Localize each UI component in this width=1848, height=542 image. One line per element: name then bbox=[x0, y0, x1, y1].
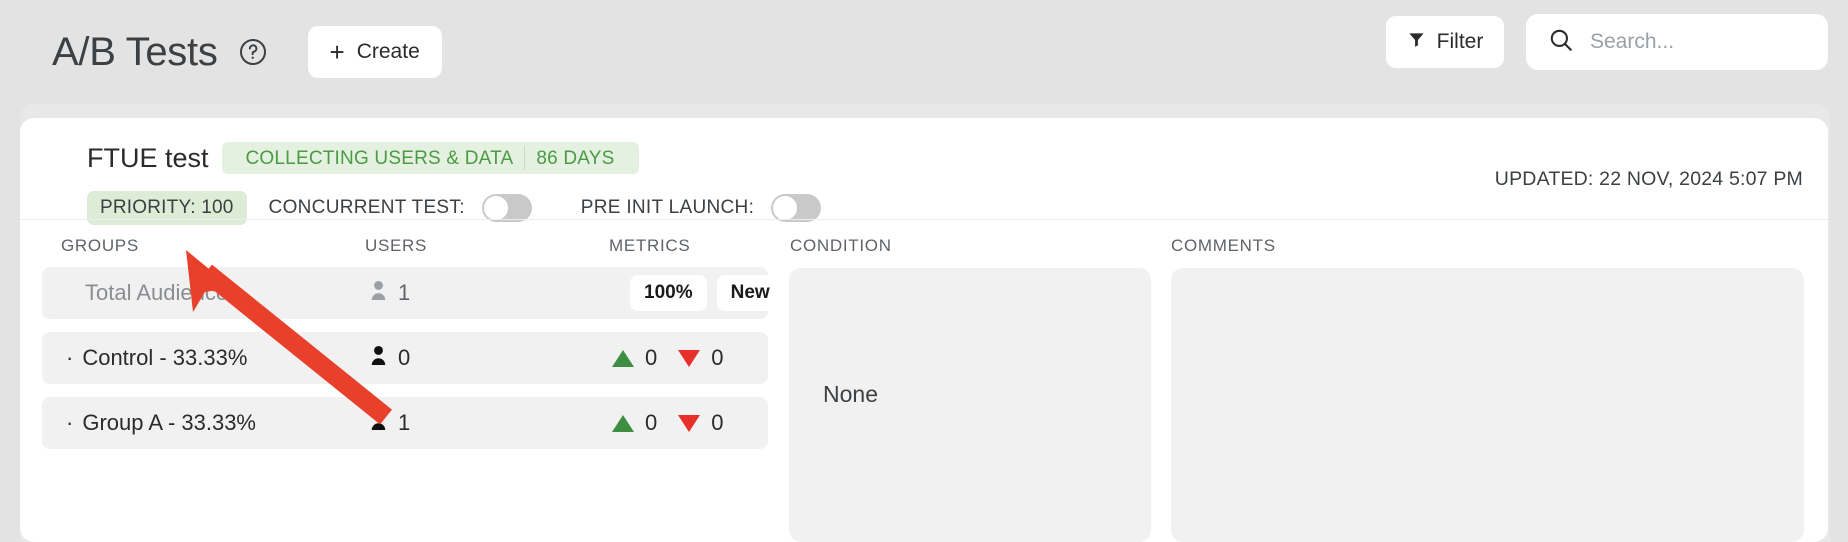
person-icon bbox=[370, 280, 387, 306]
test-card: FTUE test COLLECTING USERS & DATA 86 DAY… bbox=[20, 118, 1828, 542]
plus-icon: + bbox=[329, 37, 345, 67]
row-metrics: 0 0 bbox=[612, 410, 724, 436]
triangle-down-icon bbox=[678, 414, 701, 432]
table-row[interactable]: · Control - 33.33% 0 0 0 bbox=[42, 332, 768, 384]
toggle-knob bbox=[483, 196, 508, 220]
person-icon bbox=[370, 410, 387, 436]
concurrent-test-label: CONCURRENT TEST: bbox=[268, 197, 465, 218]
row-users: 0 bbox=[370, 345, 410, 371]
search-box[interactable] bbox=[1526, 14, 1828, 70]
row-badges: 100% New bbox=[630, 275, 784, 311]
row-group-name-label: Group A - 33.33% bbox=[82, 410, 256, 435]
updated-timestamp: UPDATED: 22 NOV, 2024 5:07 PM bbox=[1494, 168, 1803, 190]
row-group-name: · Group A - 33.33% bbox=[66, 410, 256, 436]
test-card-header: FTUE test COLLECTING USERS & DATA 86 DAY… bbox=[87, 142, 822, 225]
condition-panel[interactable]: None bbox=[789, 268, 1151, 542]
toggle-knob bbox=[773, 196, 798, 220]
metric-up-value: 0 bbox=[645, 410, 658, 435]
row-users-value: 1 bbox=[398, 280, 411, 305]
condition-value: None bbox=[823, 381, 878, 407]
status-badge-state: COLLECTING USERS & DATA bbox=[245, 147, 514, 169]
column-header-metrics: METRICS bbox=[609, 236, 691, 255]
bullet-icon: · bbox=[66, 345, 74, 370]
concurrent-test-field: CONCURRENT TEST: bbox=[269, 194, 532, 222]
create-button-label: Create bbox=[356, 40, 420, 63]
search-icon bbox=[1548, 27, 1574, 58]
question-circle-icon[interactable] bbox=[238, 37, 268, 67]
percent-badge[interactable]: 100% bbox=[630, 275, 707, 311]
row-users: 1 bbox=[370, 280, 410, 306]
triangle-up-icon bbox=[612, 414, 634, 432]
column-header-groups: GROUPS bbox=[61, 236, 139, 255]
status-badge: COLLECTING USERS & DATA 86 DAYS bbox=[221, 142, 639, 174]
triangle-down-icon bbox=[678, 349, 701, 367]
bullet-icon: · bbox=[66, 410, 74, 435]
row-group-name: · Control - 33.33% bbox=[66, 345, 247, 371]
row-metrics: 0 0 bbox=[612, 345, 724, 371]
group-rows: Total Audience 1 100% New · Control - 33… bbox=[42, 267, 784, 462]
new-badge[interactable]: New bbox=[716, 275, 784, 311]
funnel-icon bbox=[1407, 30, 1426, 55]
metric-down-value: 0 bbox=[711, 345, 724, 370]
table-row[interactable]: · Group A - 33.33% 1 0 0 bbox=[42, 397, 768, 449]
row-users-value: 0 bbox=[398, 345, 411, 370]
test-name: FTUE test bbox=[87, 142, 209, 173]
pre-init-launch-label: PRE INIT LAUNCH: bbox=[580, 197, 755, 218]
filter-button[interactable]: Filter bbox=[1386, 16, 1504, 68]
column-header-condition: CONDITION bbox=[790, 236, 892, 255]
pre-init-launch-toggle[interactable] bbox=[771, 194, 822, 222]
metric-up-value: 0 bbox=[645, 345, 658, 370]
concurrent-test-toggle[interactable] bbox=[481, 194, 532, 222]
app-root: A/B Tests + Create Filter Search... FTUE… bbox=[0, 0, 1848, 542]
card-divider bbox=[20, 219, 1828, 220]
row-users-value: 1 bbox=[398, 410, 411, 435]
top-bar: A/B Tests + Create Filter bbox=[0, 0, 1848, 104]
comments-value bbox=[1171, 268, 1804, 312]
comments-panel[interactable] bbox=[1171, 268, 1804, 542]
table-row[interactable]: Total Audience 1 100% New bbox=[42, 267, 784, 319]
status-badge-duration: 86 DAYS bbox=[524, 146, 625, 170]
filter-button-label: Filter bbox=[1436, 30, 1484, 53]
search-input[interactable] bbox=[1590, 30, 1800, 54]
metric-down-value: 0 bbox=[711, 410, 724, 435]
row-users: 1 bbox=[370, 410, 410, 436]
column-header-comments: COMMENTS bbox=[1171, 236, 1276, 255]
test-name-row: FTUE test COLLECTING USERS & DATA 86 DAY… bbox=[87, 142, 821, 174]
row-group-name-label: Control - 33.33% bbox=[82, 345, 248, 370]
column-header-users: USERS bbox=[365, 236, 428, 255]
row-group-name: Total Audience bbox=[85, 280, 229, 305]
top-bar-right: Filter bbox=[1386, 14, 1828, 70]
triangle-up-icon bbox=[612, 349, 634, 367]
create-button[interactable]: + Create bbox=[307, 26, 442, 78]
pre-init-launch-field: PRE INIT LAUNCH: bbox=[580, 194, 822, 222]
column-headers: GROUPS USERS METRICS CONDITION COMMENTS bbox=[20, 236, 1828, 266]
page-title: A/B Tests bbox=[52, 30, 218, 74]
title-group: A/B Tests + Create bbox=[52, 26, 442, 78]
person-icon bbox=[370, 345, 387, 371]
